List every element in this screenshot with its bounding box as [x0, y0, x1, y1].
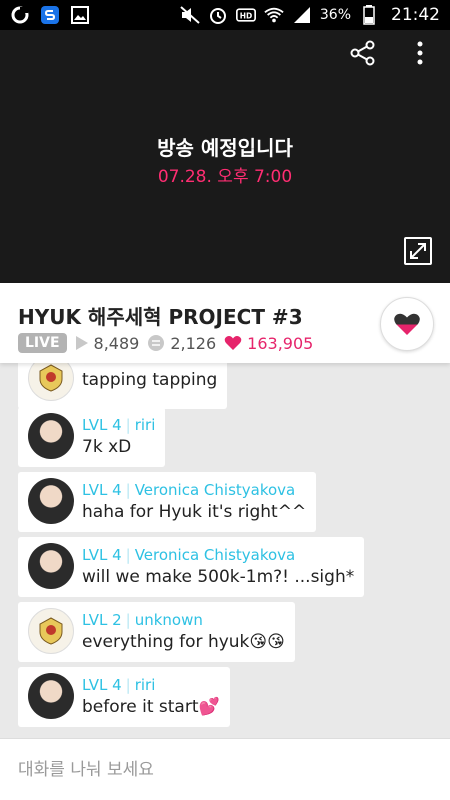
- user-level: LVL 2: [82, 610, 122, 629]
- message-body: LVL 2 | unknown everything for hyuk😘😘: [82, 608, 285, 654]
- message-body: LVL 4 | Veronica Chistyakova will we make …: [82, 543, 354, 589]
- battery-icon: [359, 5, 379, 25]
- chat-input[interactable]: [18, 759, 418, 780]
- message-text: haha for Hyuk it's right^^: [82, 501, 307, 522]
- username[interactable]: riri: [135, 416, 156, 434]
- avatar: [28, 478, 74, 524]
- system-status: HD 36% 21:42: [180, 5, 440, 25]
- mute-icon: [180, 5, 200, 25]
- heart-icon: [394, 313, 420, 335]
- comments-stat: 2,126: [147, 334, 216, 353]
- chat-bubble-icon: [148, 335, 165, 351]
- like-button[interactable]: [380, 297, 434, 351]
- likes-count: 163,905: [247, 333, 314, 353]
- battery-percent: 36%: [319, 7, 351, 23]
- username[interactable]: Veronica Chistyakova: [135, 546, 296, 564]
- user-level: LVL 4: [82, 415, 122, 434]
- message-meta: LVL 4 | Veronica Chistyakova: [82, 481, 306, 499]
- avatar: [28, 543, 74, 589]
- heart-icon: [224, 336, 242, 350]
- sync-icon: [10, 5, 30, 25]
- video-player[interactable]: 방송 예정입니다 07.28. 오후 7:00: [0, 30, 450, 283]
- message-meta: LVL 4 | Veronica Chistyakova: [82, 546, 354, 564]
- meta-separator: |: [125, 415, 131, 434]
- hd-icon: HD: [235, 5, 256, 25]
- share-icon: [350, 40, 375, 66]
- s-app-icon: [40, 5, 60, 25]
- message-body: LVL 4 | riri 7k xD: [82, 413, 155, 459]
- fullscreen-button[interactable]: [404, 237, 432, 265]
- chat-message: LVL 4 | riri before it start💕: [18, 667, 230, 727]
- user-level: LVL 4: [82, 480, 122, 499]
- live-badge: LIVE: [18, 333, 67, 353]
- broadcast-title: HYUK 해주세혁 PROJECT #3: [18, 305, 303, 329]
- svg-text:HD: HD: [240, 11, 253, 20]
- chat-input-bar: [0, 738, 450, 800]
- likes-stat: 163,905: [224, 334, 313, 353]
- meta-separator: |: [125, 480, 131, 499]
- crest-icon: [39, 617, 63, 645]
- user-level: LVL 4: [82, 675, 122, 694]
- status-bar: HD 36% 21:42: [0, 0, 450, 30]
- chat-message: LVL 4 | Veronica Chistyakova will we make …: [18, 537, 365, 597]
- avatar: [28, 363, 74, 401]
- avatar: [28, 608, 74, 654]
- broadcast-stats: LIVE 8,489 2,126 163,905: [18, 333, 313, 353]
- username[interactable]: unknown: [135, 611, 203, 629]
- chat-message: tapping tapping: [18, 363, 228, 409]
- message-body: LVL 4 | Veronica Chistyakova haha for Hyuk…: [82, 478, 306, 524]
- message-meta: LVL 4 | riri: [82, 416, 155, 434]
- message-text: tapping tapping: [82, 369, 218, 390]
- comments-count: 2,126: [170, 333, 217, 353]
- play-icon: [75, 336, 88, 350]
- scheduled-time: 07.28. 오후 7:00: [157, 167, 293, 187]
- message-text: before it start💕: [82, 696, 220, 717]
- meta-separator: |: [125, 545, 131, 564]
- message-text: will we make 500k-1m?! ...sigh*: [82, 566, 355, 587]
- chat-feed[interactable]: tapping tapping LVL 4 | riri 7k xD LVL 4 | V…: [0, 363, 450, 738]
- views-count: 8,489: [93, 333, 140, 353]
- image-icon: [70, 5, 90, 25]
- crest-icon: [39, 364, 63, 392]
- message-meta: LVL 4 | riri: [82, 676, 220, 694]
- message-text: 7k xD: [82, 436, 132, 457]
- more-options-button[interactable]: [408, 38, 432, 68]
- notification-icons: [10, 5, 90, 25]
- share-button[interactable]: [348, 38, 378, 68]
- clock: 21:42: [391, 5, 440, 25]
- signal-icon: [292, 5, 312, 25]
- broadcast-info: HYUK 해주세혁 PROJECT #3 LIVE 8,489 2,126 16…: [0, 283, 450, 363]
- message-body: tapping tapping: [82, 363, 217, 401]
- user-level: LVL 4: [82, 545, 122, 564]
- meta-separator: |: [125, 610, 131, 629]
- meta-separator: |: [125, 675, 131, 694]
- scheduled-title: 방송 예정입니다: [157, 136, 293, 160]
- avatar: [28, 673, 74, 719]
- username[interactable]: riri: [135, 676, 156, 694]
- views-stat: 8,489: [75, 333, 140, 353]
- more-vert-icon: [417, 41, 423, 65]
- message-text: everything for hyuk😘😘: [82, 631, 285, 652]
- chat-message: LVL 4 | riri 7k xD: [18, 407, 166, 467]
- message-meta: LVL 2 | unknown: [82, 611, 285, 629]
- avatar: [28, 413, 74, 459]
- expand-icon: [410, 243, 426, 259]
- message-body: LVL 4 | riri before it start💕: [82, 673, 220, 719]
- wifi-icon: [264, 5, 284, 25]
- chat-message: LVL 4 | Veronica Chistyakova haha for Hyuk…: [18, 472, 317, 532]
- chat-message: LVL 2 | unknown everything for hyuk😘😘: [18, 602, 295, 662]
- username[interactable]: Veronica Chistyakova: [135, 481, 296, 499]
- alarm-icon: [208, 5, 228, 25]
